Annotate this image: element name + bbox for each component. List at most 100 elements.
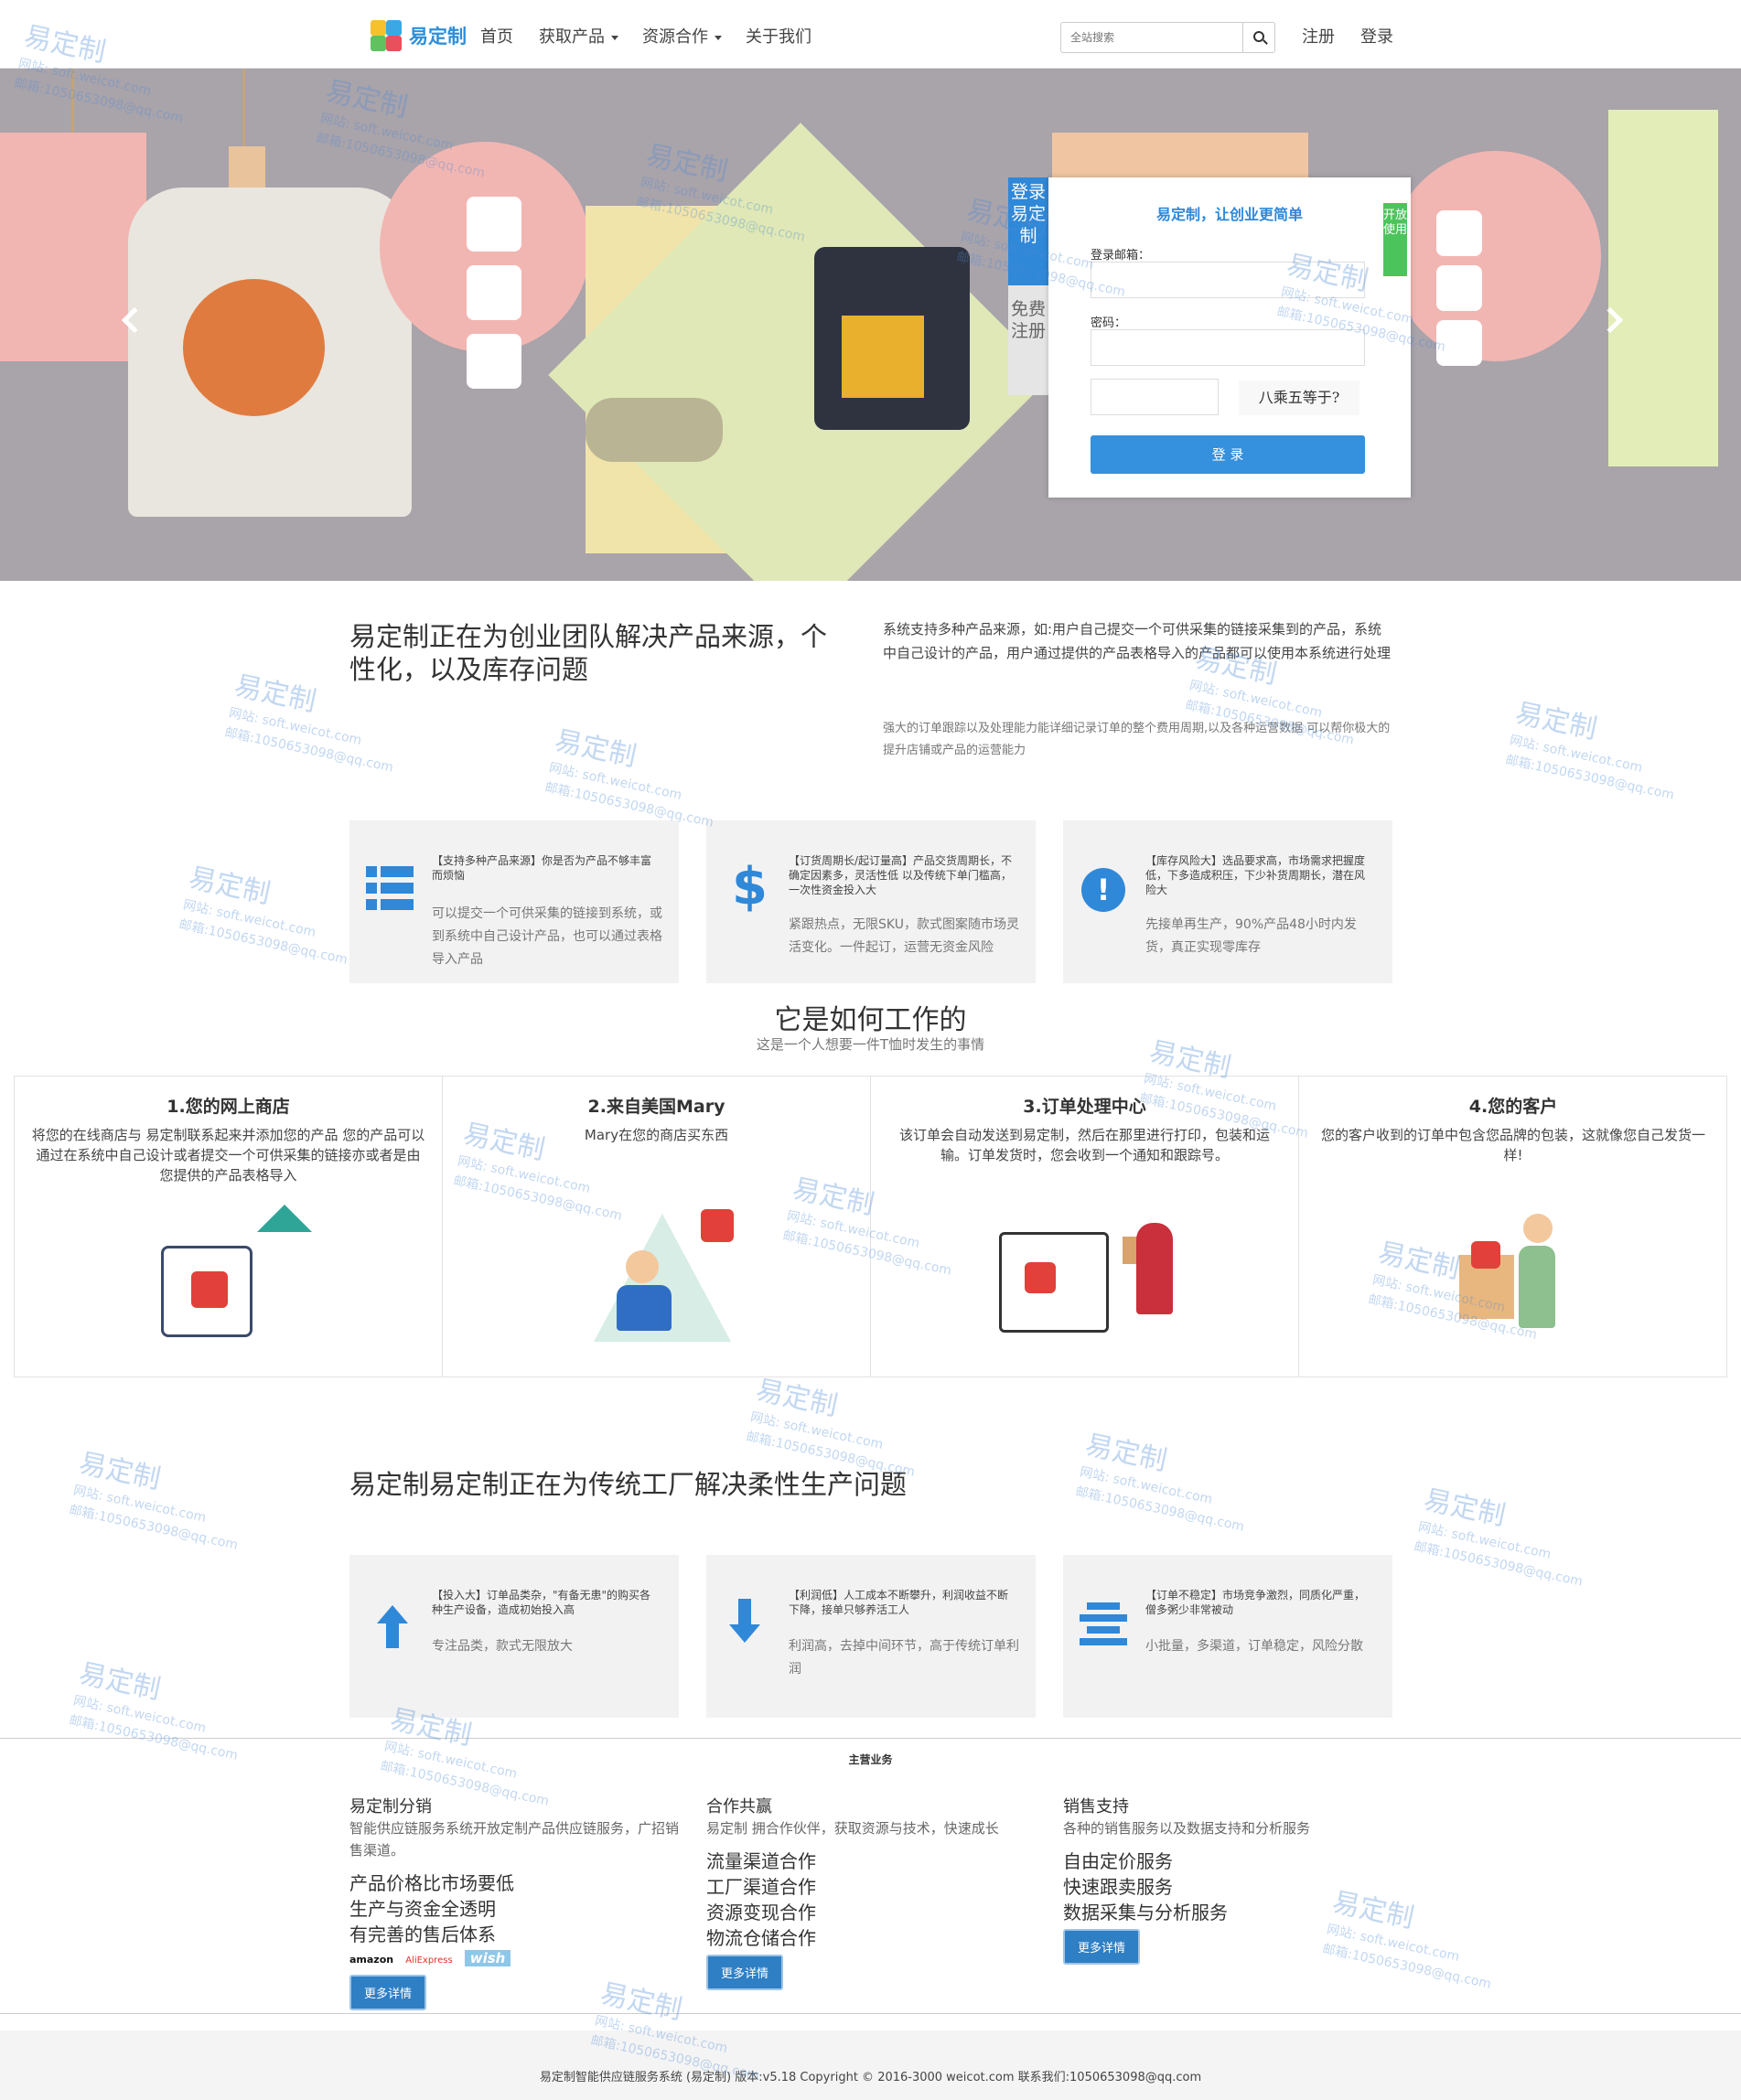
nav-resources-label: 资源合作	[642, 27, 708, 47]
aliexpress-logo: AliExpress	[405, 1955, 453, 1966]
step-desc: Mary在您的商店买东西	[584, 1127, 729, 1143]
order-center-illustration	[999, 1232, 1109, 1333]
login-title: 易定制，让创业更简单	[1156, 206, 1304, 223]
wish-logo: wish	[464, 1950, 511, 1966]
nav-home[interactable]: 首页	[480, 24, 513, 48]
arrow-up-icon	[377, 1605, 408, 1623]
intro-title: 易定制正在为创业团队解决产品来源，个性化，以及库存问题	[349, 621, 828, 685]
nav-login[interactable]: 登录	[1360, 24, 1393, 48]
business-col-subtitle: 各种的销售服务以及数据支持和分析服务	[1063, 1820, 1311, 1837]
business-heading: 主营业务	[848, 1753, 893, 1766]
brand-mark-illustration	[257, 1205, 312, 1232]
feature-desc: 可以提交一个可供采集的链接到系统，或到系统中自己设计产品，也可以通过表格导入产品	[432, 906, 662, 967]
nav-get-products-label: 获取产品	[539, 27, 605, 47]
footer-copyright: 易定制智能供应链服务系统 (易定制) 版本:v5.18 Copyright © …	[539, 2071, 1202, 2084]
step-title: 2.来自美国Mary	[587, 1097, 725, 1117]
feature-title: 【支持多种产品来源】你是否为产品不够丰富而烦恼	[432, 854, 652, 882]
step-title: 1.您的网上商店	[167, 1097, 290, 1117]
factory-card: 【投入大】订单品类杂，"有备无患"的购买各种生产设备，造成初始投入高 专注品类，…	[349, 1555, 679, 1718]
caret-down-icon	[715, 35, 722, 40]
nav-resources[interactable]: 资源合作	[642, 24, 722, 48]
business-item: 生产与资金全透明	[349, 1898, 496, 1920]
watermark: 易定制 网站: soft.weicot.com 邮箱:1050653098@qq.c…	[68, 1447, 240, 1553]
align-center-icon	[1080, 1602, 1127, 1645]
more-details-button[interactable]: 更多详情	[1063, 1929, 1141, 1965]
caret-down-icon	[611, 35, 618, 40]
business-item: 资源变现合作	[706, 1902, 816, 1923]
factory-card-title: 【投入大】订单品类杂，"有备无患"的购买各种生产设备，造成初始投入高	[432, 1589, 651, 1616]
factory-title: 易定制易定制正在为传统工厂解决柔性生产问题	[349, 1469, 908, 1500]
how-subtitle: 这是一个人想要一件T恤时发生的事情	[756, 1036, 985, 1053]
business-col-subtitle: 易定制 拥合作伙伴，获取资源与技术，快速成长	[706, 1820, 999, 1837]
business-column: 易定制分销 智能供应链服务系统开放定制产品供应链服务，广招销售渠道。 产品价格比…	[349, 1794, 688, 2010]
business-col-title: 合作共赢	[706, 1797, 772, 1816]
top-navbar: 易定制 首页 获取产品 资源合作 关于我们 注册 登录	[0, 0, 1741, 69]
business-item: 流量渠道合作	[706, 1850, 816, 1872]
intro-paragraph-2: 强大的订单跟踪以及处理能力能详细记录订单的整个费用周期,以及各种运营数据 可以帮…	[883, 722, 1391, 757]
step-card: 4.您的客户 您的客户收到的订单中包含您品牌的包装，这就像您自己发货一样!	[1299, 1077, 1727, 1377]
factory-card-title: 【利润低】人工成本不断攀升，利润收益不断下降，接单只够养活工人	[789, 1589, 1009, 1616]
login-panel: 易定制，让创业更简单 登录邮箱： 密码： 八乘五等于? 登 录	[1048, 177, 1411, 498]
factory-card-desc: 利润高，去掉中间环节，高于传统订单利润	[789, 1639, 1019, 1677]
business-col-title: 销售支持	[1063, 1797, 1129, 1816]
list-icon	[366, 866, 414, 912]
nav-get-products[interactable]: 获取产品	[539, 24, 618, 48]
marketplace-logos: amazon AliExpress wish	[349, 1949, 688, 1971]
how-steps: 1.您的网上商店 将您的在线商店与 易定制联系起来并添加您的产品 您的产品可以通…	[14, 1076, 1727, 1377]
captcha-image[interactable]: 八乘五等于?	[1239, 380, 1359, 415]
tab-login[interactable]: 登录易定制	[1008, 177, 1048, 285]
feature-desc: 紧跟热点，无限SKU，款式图案随市场灵活变化。一件起订，运营无资金风险	[789, 917, 1019, 955]
feature-card: ! 【库存风险大】选品要求高，市场需求把握度低，下多造成积压，下少补货周期长，潜…	[1063, 820, 1392, 983]
step-card: 1.您的网上商店 将您的在线商店与 易定制联系起来并添加您的产品 您的产品可以通…	[15, 1077, 443, 1377]
search-input[interactable]	[1060, 22, 1243, 53]
hanging-tag-image	[0, 133, 146, 361]
password-field[interactable]	[1091, 329, 1365, 366]
search-button[interactable]	[1242, 22, 1275, 53]
brand-name[interactable]: 易定制	[409, 22, 467, 49]
dollar-icon: $	[732, 857, 768, 916]
feature-desc: 先接单再生产，90%产品48小时内发货，真正实现零库存	[1145, 917, 1357, 955]
captcha-field[interactable]	[1091, 379, 1219, 415]
how-title: 它是如何工作的	[774, 1004, 967, 1036]
business-item: 自由定价服务	[1063, 1850, 1173, 1872]
exclamation-icon: !	[1081, 868, 1125, 912]
tab-register[interactable]: 免费注册	[1008, 285, 1048, 395]
hero-carousel	[0, 69, 1741, 581]
watermark: 易定制 网站: soft.weicot.com 邮箱:1050653098@qq.c…	[543, 724, 715, 830]
brand-logo-icon[interactable]	[371, 20, 402, 51]
fanny-pack-image	[586, 398, 723, 462]
step-desc: 将您的在线商店与 易定制联系起来并添加您的产品 您的产品可以通过在系统中自己设计…	[31, 1127, 425, 1184]
password-label: 密码：	[1091, 316, 1127, 330]
business-item: 快速跟卖服务	[1063, 1876, 1173, 1898]
feature-title: 【库存风险大】选品要求高，市场需求把握度低，下多造成积压，下少补货周期长，潜在风…	[1145, 854, 1366, 896]
feature-title: 【订货周期长/起订量高】产品交货周期长，不确定因素多，灵活性低 以及传统下单门槛…	[789, 854, 1013, 896]
feature-card: 【支持多种产品来源】你是否为产品不够丰富而烦恼 可以提交一个可供采集的链接到系统…	[349, 820, 679, 983]
watermark: 易定制 网站: soft.weicot.com 邮箱:1050653098@qq.c…	[1504, 697, 1676, 803]
email-field[interactable]	[1091, 262, 1365, 298]
step-title: 3.订单处理中心	[1023, 1097, 1146, 1117]
login-submit-button[interactable]: 登 录	[1091, 435, 1365, 474]
business-section: 主营业务 易定制分销 智能供应链服务系统开放定制产品供应链服务，广招销售渠道。 …	[0, 1738, 1741, 2014]
arrow-down-icon	[738, 1599, 751, 1624]
step-desc: 您的客户收到的订单中包含您品牌的包装，这就像您自己发货一样!	[1320, 1127, 1705, 1163]
business-column: 合作共赢 易定制 拥合作伙伴，获取资源与技术，快速成长 流量渠道合作 工厂渠道合…	[706, 1794, 1045, 1990]
step-title: 4.您的客户	[1468, 1097, 1558, 1117]
more-details-button[interactable]: 更多详情	[349, 1975, 427, 2010]
hanging-tag-image	[1608, 110, 1718, 466]
nav-register[interactable]: 注册	[1302, 24, 1335, 48]
step-desc: 该订单会自动发送到易定制，然后在那里进行打印，包装和运输。订单发货时，您会收到一…	[898, 1127, 1270, 1163]
business-column: 销售支持 各种的销售服务以及数据支持和分析服务 自由定价服务 快速跟卖服务 数据…	[1063, 1794, 1402, 1965]
step-card: 3.订单处理中心 该订单会自动发送到易定制，然后在那里进行打印，包装和运输。订单…	[871, 1077, 1299, 1377]
business-col-subtitle: 智能供应链服务系统开放定制产品供应链服务，广招销售渠道。	[349, 1820, 680, 1859]
business-item: 物流仓储合作	[706, 1927, 816, 1949]
business-item: 工厂渠道合作	[706, 1876, 816, 1898]
watermark: 易定制 网站: soft.weicot.com 邮箱:1050653098@qq.c…	[745, 1374, 917, 1480]
business-col-title: 易定制分销	[349, 1797, 432, 1816]
online-store-illustration	[161, 1246, 253, 1337]
business-item: 产品价格比市场要低	[349, 1872, 514, 1894]
more-details-button[interactable]: 更多详情	[706, 1955, 784, 1990]
feature-card: $ 【订货周期长/起订量高】产品交货周期长，不确定因素多，灵活性低 以及传统下单…	[706, 820, 1036, 983]
nav-about[interactable]: 关于我们	[746, 24, 811, 48]
business-item: 有完善的售后体系	[349, 1923, 496, 1945]
business-item: 数据采集与分析服务	[1063, 1902, 1228, 1923]
